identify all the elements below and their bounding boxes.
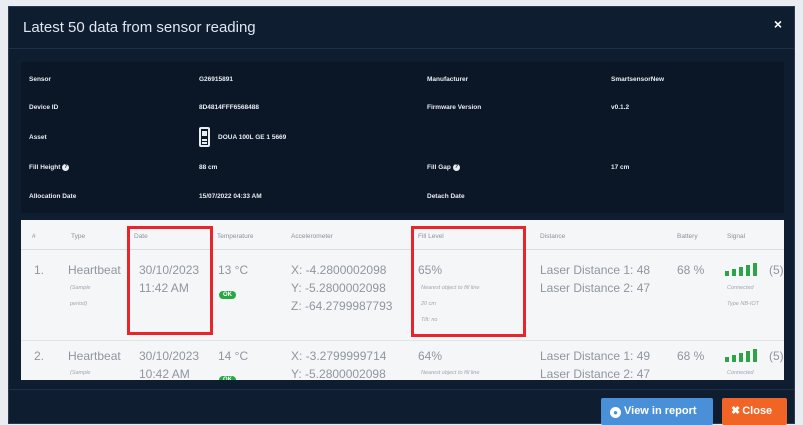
signal-bar — [753, 349, 757, 362]
manufacturer-label: Manufacturer — [427, 76, 469, 83]
row-acc-y: Y: -5.2800002098 — [291, 281, 386, 295]
row-type-note: (Sample — [70, 370, 91, 376]
allocation-date-label: Allocation Date — [29, 193, 77, 200]
fill-height-text: Fill Height — [29, 164, 61, 171]
row-signal-note: Type NB-IOT — [727, 301, 759, 307]
row-signal-note: Connected — [727, 370, 754, 376]
signal-bar — [725, 271, 729, 276]
signal-bar — [753, 263, 757, 276]
signal-bar — [746, 265, 750, 276]
date-highlight-box — [127, 226, 213, 335]
row-temperature: 13 °C — [218, 263, 249, 277]
view-in-report-button[interactable]: ● View in report — [601, 398, 713, 425]
row-divider — [21, 340, 784, 341]
col-header-distance: Distance — [540, 233, 566, 240]
signal-bar — [732, 269, 736, 276]
col-header-type: Type — [71, 233, 86, 240]
modal-title: Latest 50 data from sensor reading — [23, 19, 256, 36]
info-row-sensor: Sensor G26915891 Manufacturer Smartsenso… — [21, 66, 784, 94]
row-type-note: (Sample — [70, 285, 91, 291]
fill-height-label: Fill Height? — [29, 154, 70, 182]
row-distance-2: Laser Distance 2: 47 — [540, 281, 651, 295]
asset-bin-icon — [199, 127, 210, 147]
info-row-asset: Asset DOUA 100L GE 1 5669 — [21, 124, 784, 152]
sensor-label: Sensor — [29, 76, 52, 83]
sensor-info-panel: Sensor G26915891 Manufacturer Smartsenso… — [21, 62, 784, 213]
row-signal-value: (5) — [769, 349, 784, 363]
row-distance-1: Laser Distance 1: 48 — [540, 263, 651, 277]
info-row-dates: Allocation Date 15/07/2022 04:33 AM Deta… — [21, 183, 784, 211]
firmware-label: Firmware Version — [427, 104, 482, 111]
info-row-device: Device ID 8D4814FFF6568488 Firmware Vers… — [21, 94, 784, 122]
close-button[interactable]: ✖ Close — [722, 398, 787, 425]
device-id-label: Device ID — [29, 104, 59, 111]
modal-header: Latest 50 data from sensor reading × — [9, 7, 794, 49]
close-icon[interactable]: × — [774, 16, 782, 32]
row-signal-note: Connected — [727, 285, 754, 291]
status-badge: OK — [219, 368, 236, 380]
ok-badge-text: OK — [219, 291, 236, 299]
fill-gap-label: Fill Gap? — [427, 154, 460, 182]
readings-table: # Type Date Temperature Accelerometer Fi… — [21, 220, 784, 380]
row-number: 1. — [34, 263, 45, 277]
row-acc-x: X: -4.2800002098 — [291, 263, 387, 277]
row-type-note: period) — [70, 301, 88, 307]
manufacturer-value: SmartsensorNew — [611, 76, 665, 83]
device-id-value: 8D4814FFF6568488 — [199, 104, 259, 111]
col-header-signal: Signal — [727, 233, 746, 240]
signal-bar — [732, 355, 736, 362]
close-button-label: Close — [742, 405, 773, 417]
ok-badge-text: OK — [219, 376, 236, 380]
firmware-value: v0.1.2 — [611, 104, 630, 111]
row-distance-1: Laser Distance 1: 49 — [540, 349, 651, 363]
fill-height-value: 88 cm — [199, 164, 218, 171]
status-badge: OK — [219, 283, 236, 301]
col-header-battery: Battery — [677, 233, 698, 240]
row-type: Heartbeat — [68, 263, 121, 277]
row-battery: 68 % — [677, 349, 705, 363]
row-date: 30/10/2023 — [139, 349, 200, 363]
asset-label: Asset — [29, 134, 47, 141]
row-fill-note: Nearest object to fill line — [421, 370, 480, 376]
col-header-num: # — [32, 233, 36, 240]
modal-footer: ● View in report ✖ Close — [9, 389, 794, 425]
x-icon: ✖ — [731, 405, 741, 417]
row-acc-x: X: -3.2799999714 — [291, 349, 387, 363]
fill-level-highlight-box — [411, 226, 526, 337]
row-temperature: 14 °C — [218, 349, 249, 363]
row-acc-y: Y: -5.2800002098 — [291, 367, 386, 380]
row-battery: 68 % — [677, 263, 705, 277]
help-icon[interactable]: ? — [452, 163, 460, 171]
asset-value[interactable]: DOUA 100L GE 1 5669 — [218, 124, 286, 152]
help-icon[interactable]: ? — [62, 163, 70, 171]
fill-gap-text: Fill Gap — [427, 164, 451, 171]
signal-bar — [725, 357, 729, 362]
allocation-date-value: 15/07/2022 04:33 AM — [199, 193, 262, 200]
col-header-temperature: Temperature — [217, 233, 254, 240]
fill-gap-value: 17 cm — [611, 164, 630, 171]
signal-bar — [739, 267, 743, 276]
col-header-accelerometer: Accelerometer — [291, 233, 333, 240]
row-number: 2. — [34, 349, 45, 363]
eye-icon: ● — [610, 407, 621, 418]
detach-date-label: Detach Date — [427, 193, 465, 200]
row-fill-level: 64% — [418, 349, 443, 363]
row-acc-z: Z: -64.2799987793 — [291, 299, 393, 313]
info-row-fill: Fill Height? 88 cm Fill Gap? 17 cm — [21, 154, 784, 182]
row-distance-2: Laser Distance 2: 47 — [540, 367, 651, 380]
sensor-reading-modal: Latest 50 data from sensor reading × Sen… — [8, 6, 795, 425]
row-type: Heartbeat — [68, 349, 121, 363]
row-signal-value: (5) — [769, 263, 784, 277]
view-in-report-label: View in report — [624, 405, 697, 417]
row-time: 10:42 AM — [139, 367, 190, 380]
signal-bar — [746, 351, 750, 362]
sensor-value: G26915891 — [199, 76, 233, 83]
signal-bar — [739, 353, 743, 362]
